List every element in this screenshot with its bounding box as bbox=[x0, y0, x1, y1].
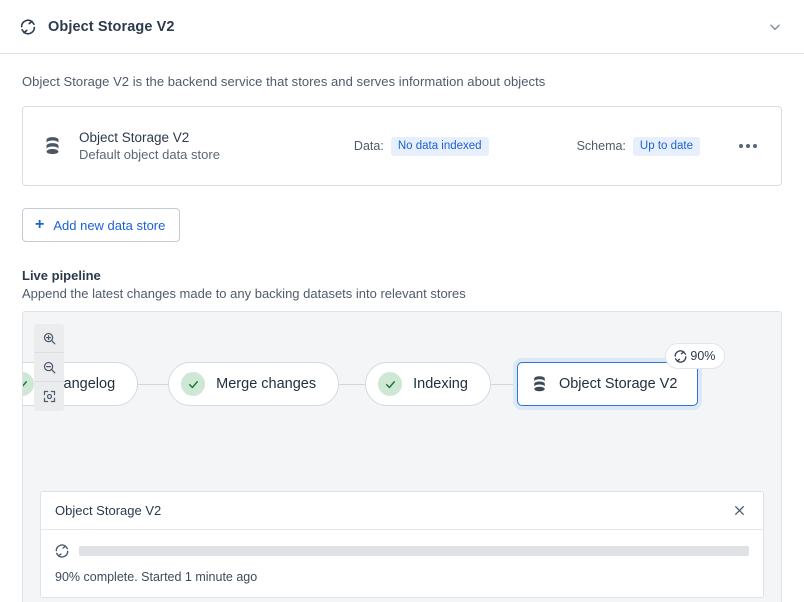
node-progress-value: 90% bbox=[690, 349, 716, 363]
add-new-data-store-button[interactable]: + Add new data store bbox=[22, 208, 181, 242]
live-pipeline-subheading: Append the latest changes made to any ba… bbox=[22, 286, 466, 301]
add-button-label: Add new data store bbox=[53, 217, 166, 233]
data-status-group: Data: No data indexed bbox=[353, 136, 489, 156]
fit-to-screen-icon[interactable] bbox=[34, 382, 64, 411]
zoom-out-icon[interactable] bbox=[34, 353, 64, 382]
ellipsis-icon[interactable] bbox=[735, 138, 761, 154]
pipeline-node-label: Object Storage V2 bbox=[558, 376, 678, 392]
progress-card: Object Storage V2 90% complete. Started … bbox=[40, 491, 764, 598]
pipeline-node-object-storage-v2[interactable]: Object Storage V2 90% bbox=[516, 343, 726, 406]
store-metadata: Data: No data indexed Schema: Up to date bbox=[353, 136, 700, 156]
progress-card-title: Object Storage V2 bbox=[55, 503, 162, 518]
progress-status-text: 90% complete. Started 1 minute ago bbox=[55, 570, 258, 584]
schema-label: Schema: bbox=[576, 139, 626, 153]
progress-card-header: Object Storage V2 bbox=[41, 492, 763, 530]
progress-bar-track bbox=[79, 546, 749, 556]
database-icon bbox=[41, 133, 63, 159]
sync-icon bbox=[53, 542, 71, 560]
zoom-controls bbox=[34, 324, 64, 411]
close-icon[interactable] bbox=[727, 499, 751, 523]
pipeline-node-label: Merge changes bbox=[216, 376, 317, 392]
sync-icon bbox=[673, 349, 688, 364]
zoom-in-icon[interactable] bbox=[34, 324, 64, 353]
pipeline-canvas[interactable]: Changelog Merge changes Indexing Object … bbox=[22, 311, 782, 602]
pipeline-edge bbox=[138, 383, 169, 385]
pipeline-edge bbox=[339, 383, 366, 385]
data-store-card[interactable]: Object Storage V2 Default object data st… bbox=[22, 106, 782, 186]
store-identity: Object Storage V2 Default object data st… bbox=[79, 130, 220, 162]
data-label: Data: bbox=[353, 139, 384, 153]
pipeline-graph: Changelog Merge changes Indexing Object … bbox=[23, 343, 781, 411]
pipeline-node-indexing[interactable]: Indexing bbox=[365, 362, 491, 406]
dot bbox=[746, 144, 750, 148]
dot bbox=[753, 144, 757, 148]
panel-header: Object Storage V2 bbox=[0, 0, 804, 54]
pipeline-node-label: Indexing bbox=[413, 376, 468, 392]
database-icon bbox=[532, 371, 548, 397]
panel-body: Object Storage V2 is the backend service… bbox=[0, 54, 804, 602]
store-subtitle: Default object data store bbox=[79, 147, 220, 162]
check-circle-icon bbox=[181, 372, 206, 396]
chevron-down-icon[interactable] bbox=[764, 16, 786, 38]
sync-icon bbox=[18, 17, 38, 37]
status-badge-schema: Up to date bbox=[632, 136, 700, 156]
panel-description: Object Storage V2 is the backend service… bbox=[22, 74, 546, 89]
dot bbox=[739, 144, 743, 148]
store-name: Object Storage V2 bbox=[79, 130, 190, 145]
progress-row bbox=[53, 542, 749, 560]
pipeline-edge bbox=[490, 383, 517, 385]
schema-status-group: Schema: Up to date bbox=[576, 136, 700, 156]
pipeline-node-merge-changes[interactable]: Merge changes bbox=[168, 362, 340, 406]
progress-card-body: 90% complete. Started 1 minute ago bbox=[41, 530, 763, 597]
plus-icon: + bbox=[35, 216, 45, 233]
check-circle-icon bbox=[378, 372, 403, 396]
check-circle-icon bbox=[23, 372, 34, 396]
status-badge-data: No data indexed bbox=[390, 136, 489, 156]
page-title: Object Storage V2 bbox=[48, 18, 175, 35]
node-progress-badge: 90% bbox=[665, 343, 726, 369]
live-pipeline-heading: Live pipeline bbox=[22, 268, 101, 283]
